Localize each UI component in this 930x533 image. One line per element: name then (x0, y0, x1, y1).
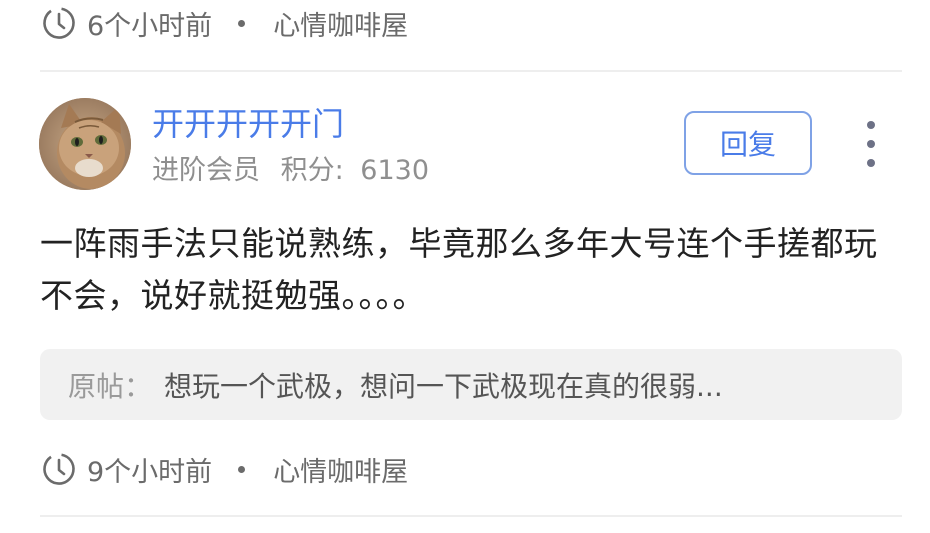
quote-separator: ： (124, 369, 153, 403)
dot (867, 140, 875, 148)
post-time: 6个小时前 (87, 10, 213, 42)
original-post-quote[interactable]: 原帖 ： 想玩一个武极，想问一下武极现在真的很弱... (40, 349, 902, 420)
score-label: 积分: (280, 155, 344, 186)
board-name[interactable]: 心情咖啡屋 (273, 450, 408, 489)
avatar[interactable] (39, 98, 131, 190)
reply-list: 6个小时前 心情咖啡屋 开开开开开门 进阶会员 积分: 6130 回复 一阵雨手… (0, 0, 930, 533)
board-name[interactable]: 心情咖啡屋 (273, 4, 408, 43)
quote-label: 原帖 (68, 369, 125, 403)
separator-dot (238, 19, 246, 27)
separator-dot (238, 465, 246, 473)
reply-button[interactable]: 回复 (684, 111, 812, 175)
post-time: 9个小时前 (87, 456, 213, 488)
reply-meta: 9个小时前 心情咖啡屋 (41, 449, 408, 489)
cat-avatar-image (39, 98, 131, 190)
divider (40, 70, 902, 72)
dot (867, 121, 875, 129)
clock-icon (43, 7, 75, 39)
member-level: 进阶会员 (152, 155, 260, 186)
quote-text: 想玩一个武极，想问一下武极现在真的很弱... (164, 369, 723, 403)
divider (40, 515, 902, 517)
reply-content: 一阵雨手法只能说熟练，毕竟那么多年大号连个手搓都玩不会，说好就挺勉强。。。。 (40, 224, 878, 315)
user-info: 进阶会员 积分: 6130 (152, 153, 429, 189)
previous-post-meta: 6个小时前 心情咖啡屋 (41, 3, 408, 43)
username[interactable]: 开开开开开门 (152, 104, 344, 144)
dot (867, 159, 875, 167)
score-value: 6130 (360, 155, 430, 186)
more-vertical-icon[interactable] (858, 121, 884, 167)
clock-icon (43, 453, 75, 485)
